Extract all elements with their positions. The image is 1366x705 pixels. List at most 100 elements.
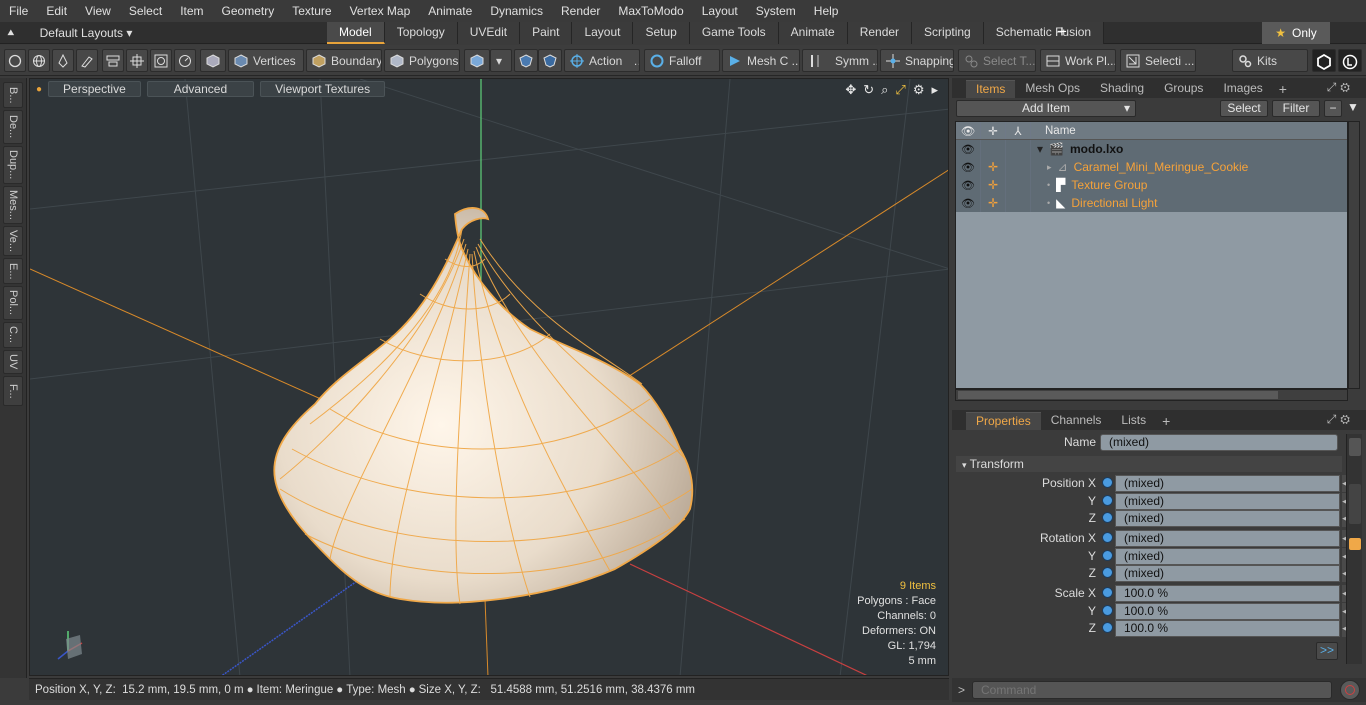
- scale-x-field[interactable]: 100.0 %: [1115, 585, 1340, 602]
- scale-x-dot-icon[interactable]: [1102, 587, 1113, 598]
- rotation-z-field[interactable]: (mixed): [1115, 565, 1340, 582]
- left-tab-edge[interactable]: E...: [3, 258, 23, 284]
- layout-arrow-icon[interactable]: ⯅: [6, 26, 16, 41]
- mesh-constraint-button[interactable]: Mesh C ...: [722, 49, 800, 72]
- tab-shading[interactable]: Shading: [1090, 80, 1154, 98]
- advanced-dropdown[interactable]: Advanced: [146, 81, 255, 97]
- tab-images[interactable]: Images: [1213, 80, 1272, 98]
- menu-select[interactable]: Select: [120, 0, 171, 22]
- scale-y-field[interactable]: 100.0 %: [1115, 603, 1340, 620]
- expand-arrow-icon[interactable]: ▾: [1037, 142, 1043, 156]
- hscroll-thumb[interactable]: [958, 391, 1278, 399]
- selection-sets-button[interactable]: Selecti ...: [1120, 49, 1196, 72]
- add-props-tab-button[interactable]: +: [1156, 413, 1176, 430]
- play-icon[interactable]: ▸: [931, 82, 938, 98]
- snap-toggle-1[interactable]: [514, 49, 538, 72]
- left-tab-polygon[interactable]: Pol...: [3, 286, 23, 320]
- scale-y-dot-icon[interactable]: [1102, 605, 1113, 616]
- maximize-icon[interactable]: ⤢: [895, 82, 905, 98]
- more-button[interactable]: >>: [1316, 642, 1338, 660]
- rotation-x-dot-icon[interactable]: [1102, 532, 1113, 543]
- scale-z-dot-icon[interactable]: [1102, 622, 1113, 633]
- tab-items[interactable]: Items: [966, 80, 1016, 98]
- rotate-icon[interactable]: ↻: [863, 82, 874, 98]
- rotation-y-dot-icon[interactable]: [1102, 550, 1113, 561]
- falloff-button[interactable]: Falloff: [644, 49, 720, 72]
- action-center-button[interactable]: Action…: [564, 49, 640, 72]
- menu-view[interactable]: View: [76, 0, 120, 22]
- menu-geometry[interactable]: Geometry: [213, 0, 284, 22]
- tab-animate[interactable]: Animate: [778, 22, 848, 44]
- tab-uvedit[interactable]: UVEdit: [457, 22, 521, 44]
- position-z-dot-icon[interactable]: [1102, 512, 1113, 523]
- item-row-meringue[interactable]: 👁 ✛ ▸ ⊿ Caramel_Mini_Meringue_Cookie: [956, 158, 1347, 176]
- only-toggle[interactable]: ★ Only: [1262, 22, 1330, 44]
- add-tab-button[interactable]: +: [1057, 22, 1067, 42]
- menu-animate[interactable]: Animate: [419, 0, 481, 22]
- item-tree-scrollbar[interactable]: [1348, 121, 1360, 389]
- menu-file[interactable]: File: [0, 0, 37, 22]
- tab-setup[interactable]: Setup: [633, 22, 690, 44]
- add-item-dropdown[interactable]: Add Item ▾: [956, 100, 1136, 117]
- collapse-button[interactable]: −: [1324, 100, 1342, 117]
- menu-texture[interactable]: Texture: [283, 0, 340, 22]
- tab-schematic-fusion[interactable]: Schematic Fusion: [983, 22, 1105, 44]
- tab-topology[interactable]: Topology: [384, 22, 458, 44]
- item-mode-button[interactable]: [200, 49, 226, 72]
- eye-icon[interactable]: 👁: [961, 197, 975, 210]
- meringue-mesh[interactable]: [273, 207, 694, 605]
- align-button[interactable]: [102, 49, 124, 72]
- item-row-scene[interactable]: 👁 ▾ 🎬 modo.lxo: [956, 140, 1347, 158]
- rotation-z-dot-icon[interactable]: [1102, 567, 1113, 578]
- left-tab-fusion[interactable]: F...: [3, 376, 23, 406]
- position-x-dot-icon[interactable]: [1102, 477, 1113, 488]
- 3d-viewport[interactable]: ● Perspective Advanced Viewport Textures…: [29, 78, 949, 676]
- eye-icon[interactable]: 👁: [961, 179, 975, 192]
- transform-section-header[interactable]: ▾ Transform: [956, 456, 1342, 472]
- viewport-textures-dropdown[interactable]: Viewport Textures: [260, 81, 386, 97]
- tab-mesh-ops[interactable]: Mesh Ops: [1015, 80, 1090, 98]
- left-tab-curve[interactable]: C...: [3, 322, 23, 348]
- menu-render[interactable]: Render: [552, 0, 609, 22]
- name-field[interactable]: (mixed): [1100, 434, 1338, 451]
- eye-icon[interactable]: 👁: [961, 143, 975, 156]
- brush-button[interactable]: [76, 49, 98, 72]
- menu-system[interactable]: System: [747, 0, 805, 22]
- menu-dynamics[interactable]: Dynamics: [481, 0, 552, 22]
- layout-selector[interactable]: Default Layouts ▾: [26, 26, 133, 40]
- left-tab-basic[interactable]: B...: [3, 82, 23, 108]
- left-tab-uv[interactable]: UV: [3, 350, 23, 374]
- frame-button[interactable]: [150, 49, 172, 72]
- menu-layout[interactable]: Layout: [693, 0, 747, 22]
- zoom-icon[interactable]: ⌕: [881, 82, 888, 98]
- move-icon[interactable]: ✥: [845, 82, 856, 98]
- position-y-field[interactable]: (mixed): [1115, 493, 1340, 510]
- record-button[interactable]: [1340, 680, 1360, 700]
- item-row-texture-group[interactable]: 👁 ✛ • ▛ Texture Group: [956, 176, 1347, 194]
- perspective-dropdown[interactable]: Perspective: [48, 81, 141, 97]
- collapse-arrow-icon[interactable]: ▸: [1047, 162, 1052, 173]
- snap-toggle-2[interactable]: [538, 49, 562, 72]
- eye-icon[interactable]: 👁: [961, 161, 975, 174]
- pen-button[interactable]: [52, 49, 74, 72]
- menu-vertex-map[interactable]: Vertex Map: [341, 0, 420, 22]
- work-plane-button[interactable]: Work Pl...: [1040, 49, 1116, 72]
- viewport-scene[interactable]: [30, 79, 949, 676]
- select-through-button[interactable]: Select T...: [958, 49, 1036, 72]
- tab-channels[interactable]: Channels: [1041, 412, 1112, 430]
- position-y-dot-icon[interactable]: [1102, 495, 1113, 506]
- clock-button[interactable]: [174, 49, 196, 72]
- select-button[interactable]: Select: [1220, 100, 1268, 117]
- side-toggle-1[interactable]: [1349, 438, 1361, 456]
- kits-button[interactable]: Kits: [1232, 49, 1308, 72]
- position-x-field[interactable]: (mixed): [1115, 475, 1340, 492]
- command-input[interactable]: [972, 681, 1332, 699]
- unity-button[interactable]: [1312, 49, 1336, 72]
- panel-options-icon[interactable]: ⤢⚙: [1327, 80, 1354, 95]
- tab-game-tools[interactable]: Game Tools: [689, 22, 779, 44]
- boundary-button[interactable]: Boundary: [306, 49, 382, 72]
- material-button[interactable]: [464, 49, 490, 72]
- filter-button[interactable]: Filter: [1272, 100, 1320, 117]
- symmetry-button[interactable]: Symm ...: [802, 49, 878, 72]
- rotation-y-field[interactable]: (mixed): [1115, 548, 1340, 565]
